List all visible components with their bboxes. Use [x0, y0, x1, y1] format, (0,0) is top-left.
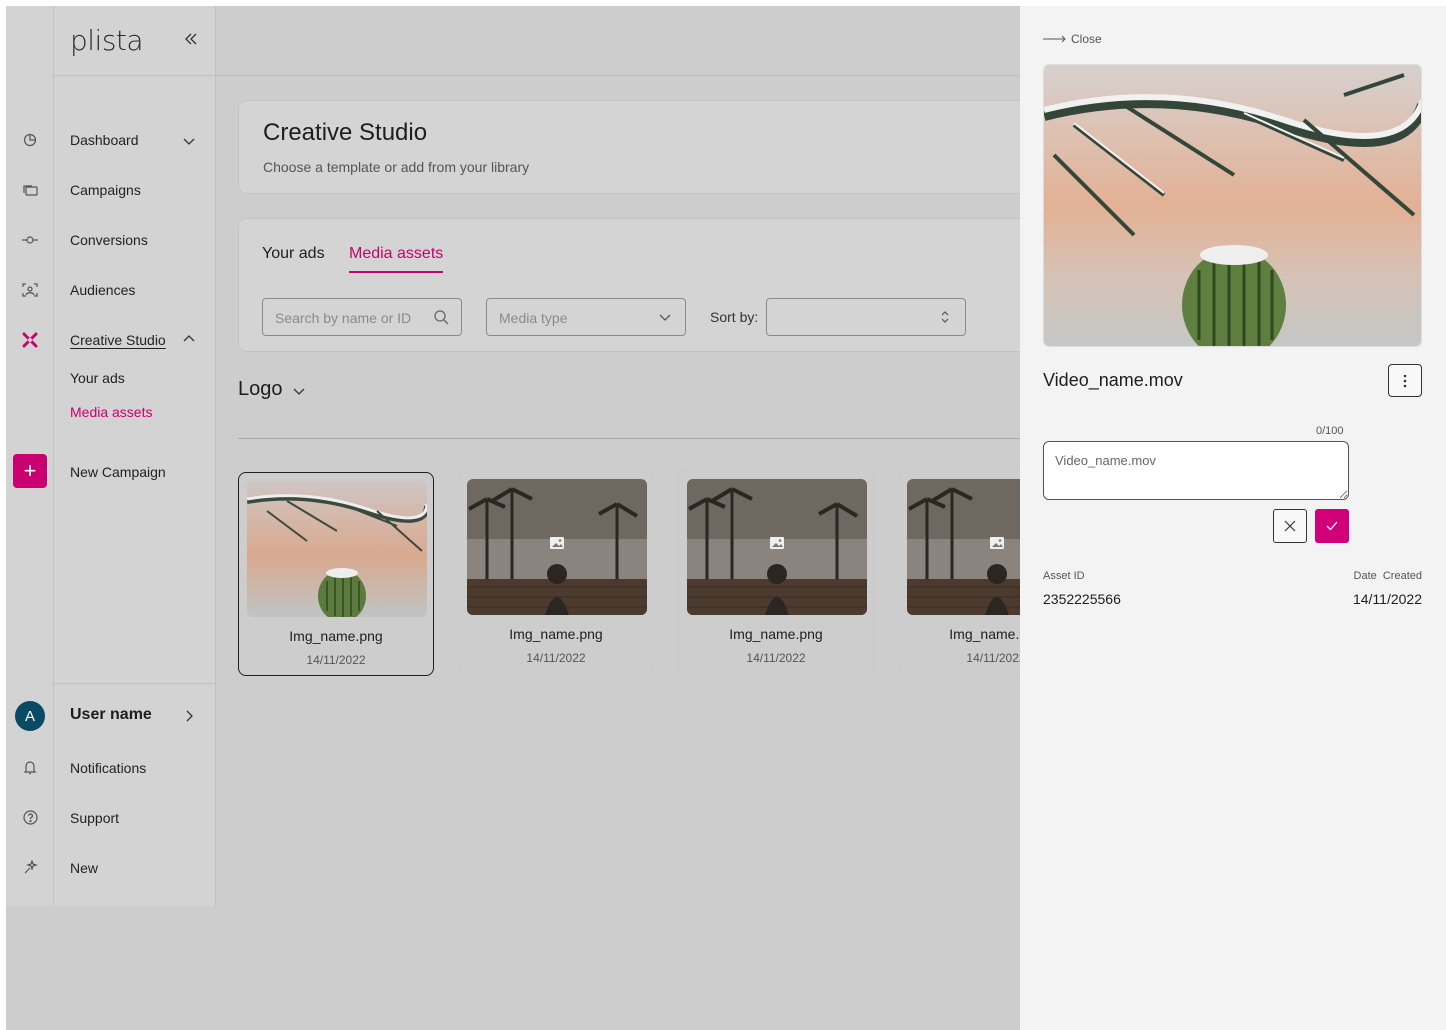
- page-header-card: Creative Studio Choose a template or add…: [238, 100, 1038, 194]
- sidebar-item-new[interactable]: New: [70, 860, 98, 876]
- cancel-button[interactable]: [1273, 509, 1307, 543]
- sort-select[interactable]: [766, 298, 966, 336]
- search-input[interactable]: Search by name or ID: [262, 298, 462, 336]
- add-button[interactable]: +: [13, 454, 47, 488]
- date-created-label: Date Created: [1353, 570, 1422, 582]
- chevron-down-icon[interactable]: [292, 384, 306, 398]
- chevron-down-icon[interactable]: [182, 134, 196, 148]
- tab-media-assets[interactable]: Media assets: [349, 245, 444, 273]
- commit-icon[interactable]: [20, 230, 40, 250]
- help-icon[interactable]: [20, 807, 40, 827]
- sidebar-item-creative-studio[interactable]: Creative Studio: [70, 332, 166, 348]
- arrow-right-icon: [1043, 35, 1066, 43]
- sort-label: Sort by:: [710, 309, 759, 325]
- close-button[interactable]: Close: [1043, 32, 1102, 46]
- sidebar-subitem-media-assets[interactable]: Media assets: [70, 404, 152, 420]
- asset-date: 14/11/2022: [526, 651, 586, 665]
- creative-studio-icon[interactable]: [20, 330, 40, 350]
- filters-card: Your ads Media assets Search by name or …: [238, 218, 1038, 352]
- search-placeholder: Search by name or ID: [275, 310, 412, 326]
- sidebar-item-campaigns[interactable]: Campaigns: [70, 182, 141, 198]
- logo-row: plista: [54, 6, 216, 76]
- close-label: Close: [1071, 32, 1102, 46]
- asset-preview-image: [1043, 64, 1422, 347]
- folders-icon[interactable]: [20, 180, 40, 200]
- image-icon: [770, 537, 784, 549]
- chevron-up-icon[interactable]: [182, 332, 196, 346]
- date-created-value: 14/11/2022: [1352, 591, 1422, 607]
- page-title: Creative Studio: [263, 119, 428, 146]
- sidebar-divider: [54, 683, 216, 684]
- app-window: + A plista Dashboard Campaigns Conversio…: [6, 6, 1446, 1030]
- sidebar-item-audiences[interactable]: Audiences: [70, 282, 135, 298]
- avatar[interactable]: A: [15, 701, 45, 731]
- media-type-select[interactable]: Media type: [486, 298, 686, 336]
- divider: [238, 438, 1038, 439]
- asset-id-label: Asset ID: [1043, 570, 1085, 582]
- asset-name: Img_name.png: [289, 628, 383, 644]
- sidebar-item-notifications[interactable]: Notifications: [70, 760, 146, 776]
- image-icon: [990, 537, 1004, 549]
- sidebar-item-conversions[interactable]: Conversions: [70, 232, 148, 248]
- collapse-sidebar-icon[interactable]: [182, 30, 200, 48]
- asset-id-value: 2352225566: [1043, 591, 1121, 607]
- asset-file-name: Video_name.mov: [1043, 370, 1183, 390]
- bell-icon[interactable]: [20, 757, 40, 777]
- close-icon: [1284, 520, 1296, 532]
- sidebar-subitem-your-ads[interactable]: Your ads: [70, 370, 125, 386]
- asset-name: Img_name.png: [729, 626, 823, 642]
- more-options-button[interactable]: [1388, 364, 1422, 397]
- search-icon[interactable]: [433, 309, 449, 325]
- sparkle-icon[interactable]: [20, 857, 40, 877]
- plista-logo[interactable]: plista: [70, 24, 144, 57]
- image-icon: [550, 537, 564, 549]
- asset-name: Img_name.png: [509, 626, 603, 642]
- asset-card[interactable]: Img_name.png 14/11/2022: [238, 472, 434, 676]
- sort-arrows-icon: [937, 309, 953, 325]
- audience-icon[interactable]: [20, 280, 40, 300]
- asset-date: 14/11/2022: [746, 651, 806, 665]
- sidebar-item-new-campaign[interactable]: New Campaign: [70, 464, 166, 480]
- confirm-button[interactable]: [1315, 509, 1349, 543]
- media-type-placeholder: Media type: [499, 310, 568, 326]
- asset-thumbnail-winter: [247, 481, 427, 617]
- check-icon: [1326, 521, 1338, 531]
- asset-card[interactable]: Img_name.png 14/11/2022: [678, 470, 874, 674]
- chevron-right-icon[interactable]: [182, 709, 196, 723]
- asset-detail-panel: Close Video_name.mov 0/100 Video_name.mo…: [1020, 6, 1446, 1030]
- kebab-menu-icon: [1403, 374, 1407, 387]
- character-counter: 0/100: [1316, 425, 1344, 437]
- asset-name-field[interactable]: Video_name.mov: [1043, 441, 1349, 500]
- chevron-down-icon: [657, 309, 673, 325]
- asset-thumbnail-beach: [467, 479, 647, 615]
- pie-chart-icon[interactable]: [20, 130, 40, 150]
- icon-rail: + A: [6, 6, 54, 906]
- tab-your-ads[interactable]: Your ads: [262, 245, 325, 271]
- asset-thumbnail-beach: [687, 479, 867, 615]
- sidebar: plista Dashboard Campaigns Conversions A…: [54, 6, 216, 906]
- user-name[interactable]: User name: [70, 706, 152, 724]
- avatar-initial: A: [24, 707, 35, 725]
- asset-group-title[interactable]: Logo: [238, 378, 283, 401]
- sidebar-item-support[interactable]: Support: [70, 810, 119, 826]
- asset-card[interactable]: Img_name.png 14/11/2022: [458, 470, 654, 674]
- sidebar-item-dashboard[interactable]: Dashboard: [70, 132, 139, 148]
- asset-date: 14/11/2022: [306, 653, 366, 667]
- page-subtitle: Choose a template or add from your libra…: [263, 159, 530, 175]
